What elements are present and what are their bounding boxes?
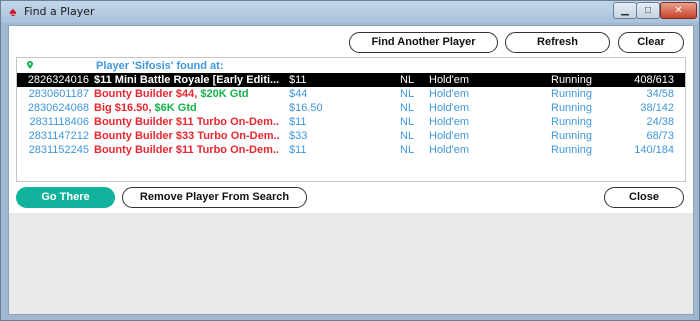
minimize-icon[interactable]: ▁ (613, 2, 637, 19)
game: Hold'em (429, 116, 470, 128)
players: 34/58 (646, 88, 674, 100)
pokerstars-spade-icon: ♠ (9, 4, 17, 19)
buy-in: $33 (289, 130, 308, 142)
limit: NL (400, 74, 415, 86)
players: 38/142 (640, 102, 674, 114)
maximize-icon[interactable]: □ (636, 2, 660, 19)
game: Hold'em (429, 144, 470, 156)
tournament-id: 2831118406 (29, 116, 89, 128)
game: Hold'em (429, 88, 470, 100)
players: 140/184 (634, 144, 674, 156)
tournament-id: 2830601187 (28, 88, 89, 100)
location-pin-icon (27, 61, 33, 69)
refresh-button[interactable]: Refresh (505, 32, 610, 53)
table-row[interactable]: 2831152245 Bounty Builder $11 Turbo On-D… (17, 143, 685, 157)
remove-player-button[interactable]: Remove Player From Search (122, 187, 307, 208)
limit: NL (400, 144, 415, 156)
tournament-id: 2826324016 (27, 74, 89, 86)
tournament-name: $11 Mini Battle Royale [Early Editi... (94, 74, 279, 86)
player-found-label: Player 'Sifosis' found at: (96, 60, 224, 72)
limit: NL (400, 116, 415, 128)
close-icon[interactable]: ✕ (660, 2, 697, 19)
table-row[interactable]: 2830624068 Big $16.50, $6K Gtd $16.50 NL… (17, 101, 685, 115)
limit: NL (400, 88, 415, 100)
game: Hold'em (429, 102, 470, 114)
table-row[interactable]: 2831118406 Bounty Builder $11 Turbo On-D… (17, 115, 685, 129)
buy-in: $11 (289, 116, 307, 128)
table-row[interactable]: 2830601187 Bounty Builder $44, $20K Gtd … (17, 87, 685, 101)
table-row[interactable]: 2831147212 Bounty Builder $33 Turbo On-D… (17, 129, 685, 143)
clear-button[interactable]: Clear (618, 32, 684, 53)
tournament-id: 2830624068 (27, 102, 89, 114)
buy-in: $11 (289, 144, 307, 156)
tournament-id: 2831152245 (28, 144, 89, 156)
players: 408/613 (634, 74, 674, 86)
players: 68/73 (646, 130, 674, 142)
tournament-name: Big $16.50, $6K Gtd (94, 102, 197, 114)
tournament-name: Bounty Builder $33 Turbo On-Dem... (94, 130, 279, 142)
go-there-button[interactable]: Go There (16, 187, 115, 208)
tournament-id: 2831147212 (28, 130, 89, 142)
results-header: Player 'Sifosis' found at: (17, 60, 685, 73)
find-player-window: ♠ Find a Player ▁ □ ✕ Find Another Playe… (0, 0, 700, 321)
buy-in: $16.50 (289, 102, 323, 114)
title-bar[interactable]: ♠ Find a Player ▁ □ ✕ (1, 1, 699, 23)
window-title: Find a Player (24, 5, 95, 18)
players: 24/38 (646, 116, 674, 128)
tournament-name: Bounty Builder $11 Turbo On-Dem... (94, 144, 279, 156)
limit: NL (400, 102, 415, 114)
game: Hold'em (429, 74, 470, 86)
close-button[interactable]: Close (604, 187, 684, 208)
buy-in: $11 (289, 74, 307, 86)
game: Hold'em (429, 130, 470, 142)
dialog-client: Find Another Player Refresh Clear Player… (8, 25, 694, 315)
search-panel: Find Another Player Refresh Clear Player… (9, 26, 693, 213)
find-another-player-button[interactable]: Find Another Player (349, 32, 498, 53)
limit: NL (400, 130, 415, 142)
table-row[interactable]: 2826324016 $11 Mini Battle Royale [Early… (17, 73, 685, 87)
buy-in: $44 (289, 88, 308, 100)
results-list[interactable]: Player 'Sifosis' found at: 2826324016 $1… (16, 57, 686, 182)
tournament-name: Bounty Builder $44, $20K Gtd (94, 88, 249, 100)
tournament-name: Bounty Builder $11 Turbo On-Dem... (94, 116, 279, 128)
